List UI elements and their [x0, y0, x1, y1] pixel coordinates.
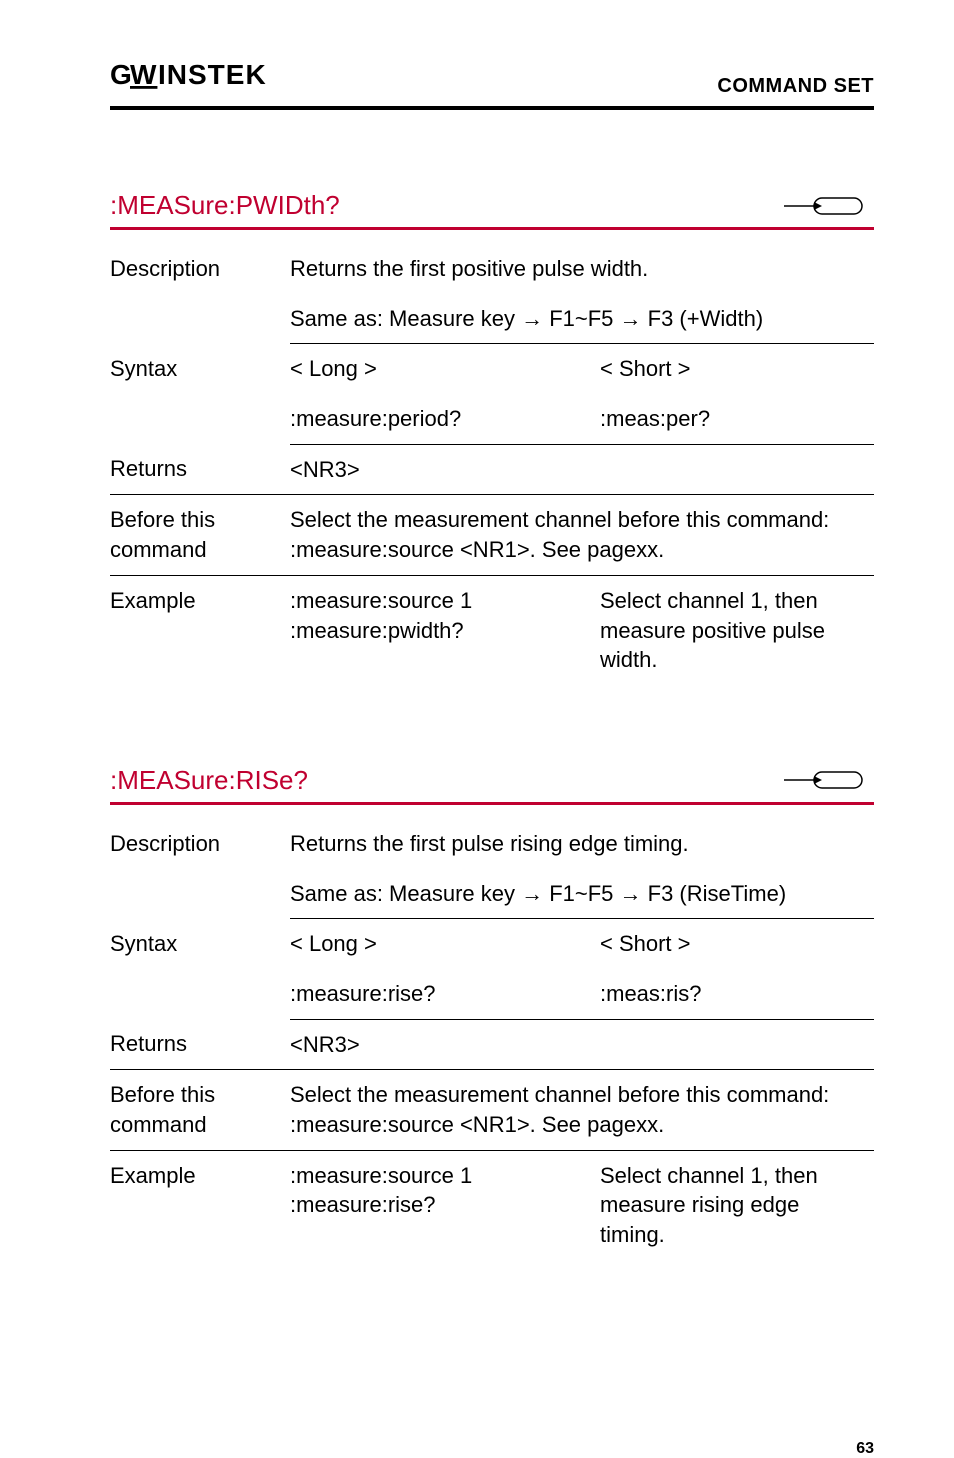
- syntax-long: :measure:period?: [290, 394, 600, 444]
- syntax-header: < Long >: [290, 344, 600, 394]
- example-cmd: :measure:rise?: [290, 1190, 594, 1220]
- syntax-header: < Short >: [600, 344, 874, 394]
- before-text: Select the measurement channel before th…: [290, 1070, 874, 1150]
- example-cmd: :measure:source 1: [290, 586, 594, 616]
- page-header: G W INSTEK COMMAND SET: [110, 60, 874, 110]
- returns-value: <NR3>: [290, 1019, 874, 1070]
- command-title: :MEASure:PWIDth?: [110, 190, 340, 221]
- definition-table: Description Returns the first positive p…: [110, 244, 874, 685]
- syntax-header: < Long >: [290, 919, 600, 969]
- row-label: Before this command: [110, 495, 290, 575]
- command-header-row: :MEASure:PWIDth?: [110, 190, 874, 230]
- svg-text:W: W: [130, 60, 157, 90]
- row-label: Example: [110, 575, 290, 685]
- page-number: 63: [110, 1440, 874, 1458]
- syntax-short: :meas:ris?: [600, 969, 874, 1019]
- row-label: Returns: [110, 444, 290, 495]
- example-result: Select channel 1, then measure rising ed…: [600, 1150, 874, 1260]
- row-label: Before this command: [110, 1070, 290, 1150]
- definition-table: Description Returns the first pulse risi…: [110, 819, 874, 1260]
- example-commands: :measure:source 1 :measure:rise?: [290, 1150, 600, 1260]
- syntax-long: :measure:rise?: [290, 969, 600, 1019]
- query-icon: [784, 769, 874, 791]
- example-result: Select channel 1, then measure positive …: [600, 575, 874, 685]
- example-commands: :measure:source 1 :measure:pwidth?: [290, 575, 600, 685]
- row-label: Syntax: [110, 919, 290, 1019]
- description-text: Same as: Measure key → F1~F5 → F3 (RiseT…: [290, 869, 874, 919]
- row-label: Example: [110, 1150, 290, 1260]
- row-label: Description: [110, 244, 290, 344]
- command-header-row: :MEASure:RISe?: [110, 765, 874, 805]
- syntax-short: :meas:per?: [600, 394, 874, 444]
- brand-logo: G W INSTEK: [110, 60, 300, 98]
- row-label: Description: [110, 819, 290, 919]
- svg-text:INSTEK: INSTEK: [158, 60, 267, 90]
- row-label: Syntax: [110, 344, 290, 444]
- row-label: Returns: [110, 1019, 290, 1070]
- command-title: :MEASure:RISe?: [110, 765, 308, 796]
- returns-value: <NR3>: [290, 444, 874, 495]
- syntax-header: < Short >: [600, 919, 874, 969]
- description-text: Returns the first positive pulse width.: [290, 244, 874, 294]
- description-text: Same as: Measure key → F1~F5 → F3 (+Widt…: [290, 294, 874, 344]
- example-cmd: :measure:pwidth?: [290, 616, 594, 646]
- before-text: Select the measurement channel before th…: [290, 495, 874, 575]
- example-cmd: :measure:source 1: [290, 1161, 594, 1191]
- section-heading: COMMAND SET: [717, 75, 874, 98]
- description-text: Returns the first pulse rising edge timi…: [290, 819, 874, 869]
- query-icon: [784, 195, 874, 217]
